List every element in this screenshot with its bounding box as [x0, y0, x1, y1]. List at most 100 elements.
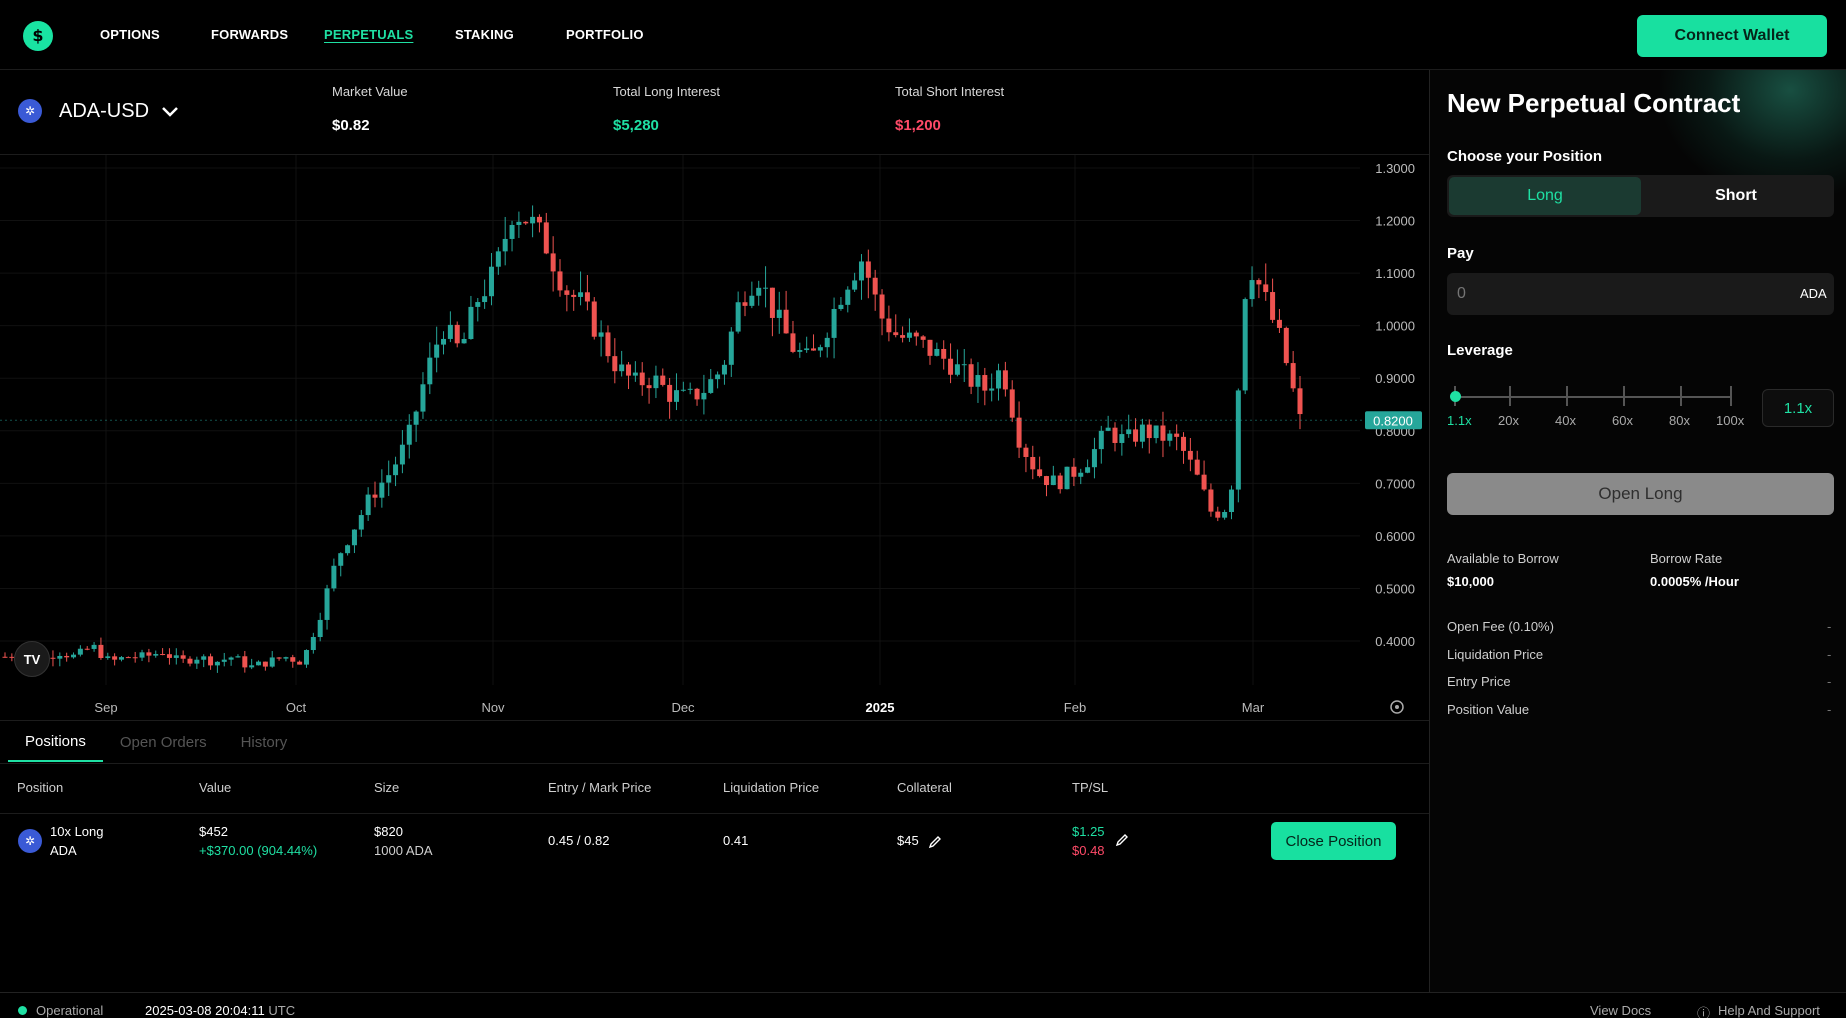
x-tick-label: 2025: [866, 700, 895, 715]
candle-body: [824, 337, 830, 348]
candle-body: [1091, 449, 1097, 468]
candle-body: [543, 222, 549, 254]
candle-body: [420, 384, 426, 412]
candle-body: [804, 348, 810, 351]
leverage-value-input[interactable]: 1.1x: [1762, 389, 1834, 427]
candle-body: [948, 358, 954, 375]
datetime-value: 2025-03-08 20:04:11: [145, 1003, 265, 1018]
nav-perpetuals[interactable]: PERPETUALS: [324, 27, 413, 42]
candle-body: [831, 308, 837, 338]
candle-body: [98, 644, 104, 658]
candle-body: [1009, 389, 1015, 418]
col-header-liquidation: Liquidation Price: [723, 780, 820, 795]
close-position-button[interactable]: Close Position: [1271, 822, 1396, 860]
candle-body: [989, 388, 995, 391]
view-docs-link[interactable]: View Docs: [1590, 1003, 1651, 1018]
candle-body: [256, 661, 262, 666]
candle-body: [393, 464, 399, 476]
available-borrow-label: Available to Borrow: [1447, 551, 1559, 566]
candle-body: [516, 221, 522, 225]
candle-body: [1181, 436, 1187, 451]
tab-history[interactable]: History: [224, 722, 305, 762]
top-nav: $ OPTIONS FORWARDS PERPETUALS STAKING PO…: [0, 0, 1846, 70]
candle-body: [879, 294, 885, 319]
nav-forwards[interactable]: FORWARDS: [211, 27, 288, 42]
nav-options[interactable]: OPTIONS: [100, 27, 160, 42]
leverage-handle[interactable]: [1450, 391, 1461, 402]
pay-amount-input[interactable]: [1447, 273, 1834, 315]
candle-body: [91, 644, 97, 649]
candle-body: [900, 335, 906, 338]
candle-body: [187, 658, 193, 664]
candle-body: [324, 588, 330, 620]
candle-body: [632, 372, 638, 376]
position-asset: ADA: [50, 843, 77, 858]
help-support-link[interactable]: Help And Support: [1718, 1003, 1820, 1018]
stat-total-short: Total Short Interest $1,200: [895, 84, 1004, 134]
tpsl-cell: $1.25 $0.48: [1072, 824, 1105, 858]
candle-body: [1064, 466, 1070, 490]
y-tick-label: 0.4000: [1375, 634, 1415, 649]
col-header-tpsl: TP/SL: [1072, 780, 1109, 795]
stat-label: Total Long Interest: [613, 84, 720, 99]
connect-wallet-button[interactable]: Connect Wallet: [1637, 15, 1827, 57]
y-tick-label: 1.3000: [1375, 161, 1415, 176]
short-option[interactable]: Short: [1640, 177, 1832, 215]
collateral-cell: $45: [897, 833, 942, 849]
candle-body: [2, 656, 8, 658]
edit-collateral-pencil-icon[interactable]: [928, 835, 942, 849]
nav-staking[interactable]: STAKING: [455, 27, 514, 42]
stat-label: Total Short Interest: [895, 84, 1005, 99]
choose-position-label: Choose your Position: [1447, 148, 1603, 165]
candle-body: [982, 375, 988, 391]
app-logo-icon[interactable]: $: [23, 21, 53, 51]
candle-body: [968, 364, 974, 387]
long-option[interactable]: Long: [1449, 177, 1641, 215]
candle-body: [1078, 472, 1084, 477]
price-chart[interactable]: 1.3000 1.2000 1.1000 1.0000 0.9000 0.8000 0.70…: [0, 155, 1429, 721]
candle-body: [303, 650, 309, 665]
take-profit-value: $1.25: [1072, 824, 1105, 839]
edit-tpsl-pencil-icon[interactable]: [1115, 833, 1129, 847]
candle-body: [475, 302, 481, 307]
position-side: 10x Long: [50, 824, 104, 839]
leverage-tick-label: 40x: [1555, 413, 1576, 428]
price-chart-canvas[interactable]: 1.30001.20001.10001.00000.90000.80000.70…: [0, 155, 1429, 721]
tab-positions[interactable]: Positions: [8, 722, 103, 762]
candle-body: [118, 657, 124, 660]
x-tick-label: Feb: [1064, 700, 1086, 715]
help-icon[interactable]: ⓘ: [1697, 1003, 1710, 1018]
candle-body: [269, 657, 275, 667]
y-tick-label: 1.2000: [1375, 214, 1415, 229]
app-root: $ OPTIONS FORWARDS PERPETUALS STAKING PO…: [0, 0, 1846, 1018]
candle-body: [441, 338, 447, 345]
candle-body: [249, 665, 255, 668]
available-borrow-value: $10,000: [1447, 574, 1494, 589]
candle-body: [331, 565, 337, 589]
candle-body: [365, 494, 371, 516]
tradingview-logo-icon[interactable]: TV: [14, 641, 50, 677]
leverage-track[interactable]: [1455, 396, 1731, 398]
size-cell: $820 1000 ADA: [374, 824, 433, 858]
candle-body: [756, 287, 762, 296]
collateral-value: $45: [897, 833, 919, 848]
candle-body: [345, 545, 351, 554]
candle-body: [153, 654, 159, 656]
candle-body: [379, 482, 385, 498]
tabs-divider: [0, 763, 1429, 764]
candle-body: [84, 648, 90, 650]
candle-body: [872, 277, 878, 295]
last-price-label: 0.8200: [1373, 413, 1413, 428]
candle-body: [112, 656, 118, 660]
candle-body: [276, 657, 282, 659]
open-long-button[interactable]: Open Long: [1447, 473, 1834, 515]
candle-body: [1105, 427, 1111, 431]
candle-body: [1194, 459, 1200, 475]
candle-body: [1133, 429, 1139, 442]
pair-selector-label[interactable]: ADA-USD: [59, 100, 149, 123]
candle-body: [262, 661, 268, 667]
nav-portfolio[interactable]: PORTFOLIO: [566, 27, 644, 42]
y-tick-label: 1.0000: [1375, 319, 1415, 334]
chevron-down-icon[interactable]: [160, 104, 180, 120]
tab-open-orders[interactable]: Open Orders: [103, 722, 224, 762]
